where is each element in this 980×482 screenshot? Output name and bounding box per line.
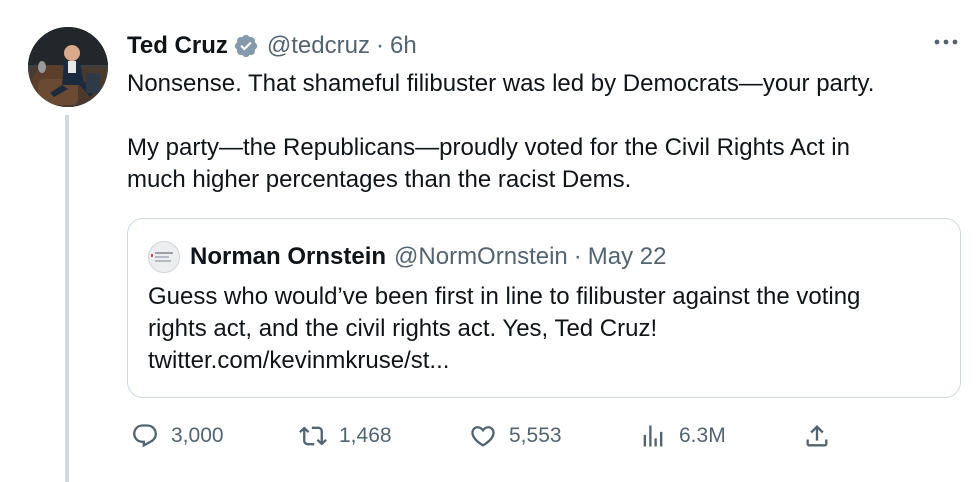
- tweet-time[interactable]: 6h: [390, 32, 417, 60]
- views-chart-icon: [643, 425, 663, 447]
- retweet-button[interactable]: 1,468: [299, 422, 392, 450]
- views-count: 6.3M: [679, 424, 726, 447]
- author-handle[interactable]: @tedcruz: [267, 32, 370, 60]
- verified-badge-icon: [233, 33, 259, 59]
- views-button[interactable]: 6.3M: [639, 422, 726, 450]
- heart-icon: [471, 426, 495, 447]
- tweet-paragraph: much higher percentages than the racist …: [127, 166, 632, 193]
- tweet-actions: 3,000 1,468 5,553 6.3M: [127, 418, 847, 454]
- quoted-tweet[interactable]: Norman Ornstein @NormOrnstein · May 22 G…: [127, 218, 961, 398]
- tweet-text: Nonsense. That shameful filibuster was l…: [127, 68, 957, 196]
- share-icon: [806, 425, 828, 447]
- tweet-paragraph: My party—the Republicans—proudly voted f…: [127, 134, 850, 161]
- tweet-header: Ted Cruz @tedcruz · 6h: [127, 30, 417, 62]
- tweet-paragraph: Nonsense. That shameful filibuster was l…: [127, 70, 875, 97]
- reply-button[interactable]: 3,000: [131, 422, 224, 450]
- quoted-link[interactable]: twitter.com/kevinmkruse/st...: [148, 345, 938, 377]
- retweet-count: 1,468: [339, 424, 392, 447]
- separator-dot: ·: [573, 243, 582, 270]
- reply-icon: [133, 424, 157, 448]
- author-avatar[interactable]: [28, 27, 108, 107]
- quoted-author-avatar[interactable]: [148, 241, 180, 273]
- quoted-author-name[interactable]: Norman Ornstein: [190, 243, 386, 271]
- like-count: 5,553: [509, 424, 562, 447]
- quoted-tweet-date[interactable]: May 22: [588, 243, 667, 271]
- quoted-tweet-text: Guess who would’ve been first in line to…: [148, 281, 938, 377]
- thread-line: [65, 115, 69, 482]
- tweet[interactable]: Ted Cruz @tedcruz · 6h Nonsense. That sh…: [0, 0, 980, 482]
- quoted-line: Guess who would’ve been first in line to…: [148, 283, 861, 310]
- author-name[interactable]: Ted Cruz: [127, 32, 228, 60]
- like-button[interactable]: 5,553: [469, 422, 562, 450]
- share-button[interactable]: [803, 422, 831, 450]
- quoted-line: rights act, and the civil rights act. Ye…: [148, 315, 658, 342]
- more-options-icon[interactable]: [930, 30, 962, 54]
- reply-count: 3,000: [171, 424, 224, 447]
- separator-dot: ·: [375, 32, 384, 59]
- quoted-author-handle[interactable]: @NormOrnstein: [394, 243, 568, 271]
- quoted-tweet-header: Norman Ornstein @NormOrnstein · May 22: [148, 241, 666, 273]
- retweet-icon: [299, 426, 327, 446]
